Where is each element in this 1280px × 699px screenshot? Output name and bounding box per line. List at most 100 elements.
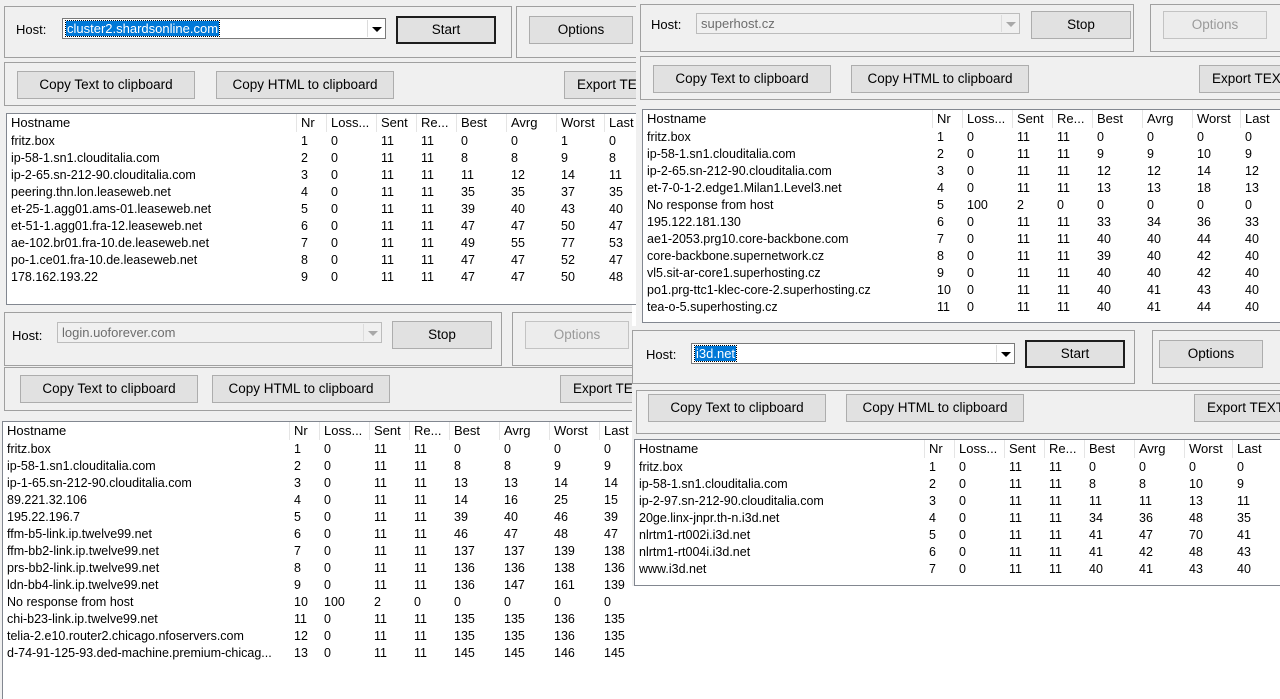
dropdown-arrow-icon[interactable] bbox=[996, 345, 1013, 362]
column-header-avrg[interactable]: Avrg bbox=[1135, 440, 1185, 458]
copy-text-button[interactable]: Copy Text to clipboard bbox=[653, 65, 831, 93]
column-header-last[interactable]: Last bbox=[600, 422, 632, 440]
column-header-last[interactable]: Last bbox=[605, 114, 640, 132]
start-button[interactable]: Start bbox=[396, 16, 496, 44]
copy-html-button[interactable]: Copy HTML to clipboard bbox=[216, 71, 394, 99]
column-header-hostname[interactable]: Hostname bbox=[643, 110, 933, 128]
column-header-nr[interactable]: Nr bbox=[925, 440, 955, 458]
column-header-worst[interactable]: Worst bbox=[550, 422, 600, 440]
column-header-loss[interactable]: Loss... bbox=[955, 440, 1005, 458]
table-row[interactable]: telia-2.e10.router2.chicago.nfoservers.c… bbox=[3, 628, 632, 645]
start-button[interactable]: Start bbox=[1025, 340, 1125, 368]
table-row[interactable]: fritz.box 1 0 11 11 0 0 0 0 bbox=[3, 441, 632, 458]
column-header-worst[interactable]: Worst bbox=[1185, 440, 1233, 458]
table-row[interactable]: ffm-bb2-link.ip.twelve99.net 7 0 11 11 137 137… bbox=[3, 543, 632, 560]
column-header-avrg[interactable]: Avrg bbox=[500, 422, 550, 440]
table-row[interactable]: 195.22.196.7 5 0 11 11 39 40 46 39 bbox=[3, 509, 632, 526]
table-row[interactable]: prs-bb2-link.ip.twelve99.net 8 0 11 11 136 136… bbox=[3, 560, 632, 577]
column-header-best[interactable]: Best bbox=[457, 114, 507, 132]
column-header-worst[interactable]: Worst bbox=[1193, 110, 1241, 128]
options-button[interactable]: Options bbox=[1159, 340, 1263, 368]
column-header-best[interactable]: Best bbox=[450, 422, 500, 440]
trace-table[interactable]: Hostname Nr Loss... Sent Re... Best Avrg Worst L… bbox=[642, 109, 1280, 323]
host-combobox[interactable]: i3d.net bbox=[691, 343, 1015, 364]
table-row[interactable]: fritz.box 1 0 11 11 0 0 0 0 bbox=[635, 459, 1280, 476]
table-row[interactable]: ae1-2053.prg10.core-backbone.com 7 0 11 11 40… bbox=[643, 231, 1280, 248]
stop-button[interactable]: Stop bbox=[392, 321, 492, 349]
column-header-worst[interactable]: Worst bbox=[557, 114, 605, 132]
column-header-last[interactable]: Last bbox=[1233, 440, 1280, 458]
table-row[interactable]: et-25-1.agg01.ams-01.leaseweb.net 5 0 11 11 3… bbox=[7, 201, 640, 218]
table-row[interactable]: ip-2-65.sn-212-90.clouditalia.com 3 0 11 11 1… bbox=[643, 163, 1280, 180]
column-header-re[interactable]: Re... bbox=[417, 114, 457, 132]
table-row[interactable]: po-1.ce01.fra-10.de.leaseweb.net 8 0 11 11 47… bbox=[7, 252, 640, 269]
column-header-nr[interactable]: Nr bbox=[297, 114, 327, 132]
export-text-button[interactable]: Export TEXT bbox=[1199, 65, 1280, 93]
copy-text-button[interactable]: Copy Text to clipboard bbox=[648, 394, 826, 422]
column-header-avrg[interactable]: Avrg bbox=[507, 114, 557, 132]
table-row[interactable]: po1.prg-ttc1-klec-core-2.superhosting.cz… bbox=[643, 282, 1280, 299]
column-header-sent[interactable]: Sent bbox=[1013, 110, 1053, 128]
table-row[interactable]: nlrtm1-rt002i.i3d.net 5 0 11 11 41 47 70 41 bbox=[635, 527, 1280, 544]
column-header-sent[interactable]: Sent bbox=[370, 422, 410, 440]
table-row[interactable]: et-51-1.agg01.fra-12.leaseweb.net 6 0 11 11 4… bbox=[7, 218, 640, 235]
table-row[interactable]: ip-2-97.sn-212-90.clouditalia.com 3 0 11 11 1… bbox=[635, 493, 1280, 510]
column-header-loss[interactable]: Loss... bbox=[320, 422, 370, 440]
copy-html-button[interactable]: Copy HTML to clipboard bbox=[212, 375, 390, 403]
column-header-nr[interactable]: Nr bbox=[290, 422, 320, 440]
host-combobox[interactable]: cluster2.shardsonline.com bbox=[62, 18, 386, 39]
column-header-hostname[interactable]: Hostname bbox=[635, 440, 925, 458]
table-row[interactable]: fritz.box 1 0 11 11 0 0 0 0 bbox=[643, 129, 1280, 146]
copy-text-button[interactable]: Copy Text to clipboard bbox=[17, 71, 195, 99]
trace-table[interactable]: Hostname Nr Loss... Sent Re... Best Avrg Worst L… bbox=[6, 113, 640, 305]
column-header-hostname[interactable]: Hostname bbox=[7, 114, 297, 132]
table-row[interactable]: et-7-0-1-2.edge1.Milan1.Level3.net 4 0 11 11… bbox=[643, 180, 1280, 197]
trace-table[interactable]: Hostname Nr Loss... Sent Re... Best Avrg Worst L… bbox=[2, 421, 632, 699]
column-header-re[interactable]: Re... bbox=[1053, 110, 1093, 128]
column-header-sent[interactable]: Sent bbox=[377, 114, 417, 132]
column-header-re[interactable]: Re... bbox=[1045, 440, 1085, 458]
stop-button[interactable]: Stop bbox=[1031, 11, 1131, 39]
column-header-best[interactable]: Best bbox=[1093, 110, 1143, 128]
column-header-best[interactable]: Best bbox=[1085, 440, 1135, 458]
table-row[interactable]: ip-58-1.sn1.clouditalia.com 2 0 11 11 8 8 9 9 bbox=[3, 458, 632, 475]
table-row[interactable]: 178.162.193.22 9 0 11 11 47 47 50 48 bbox=[7, 269, 640, 286]
column-header-sent[interactable]: Sent bbox=[1005, 440, 1045, 458]
table-row[interactable]: www.i3d.net 7 0 11 11 40 41 43 40 bbox=[635, 561, 1280, 578]
copy-html-button[interactable]: Copy HTML to clipboard bbox=[846, 394, 1024, 422]
table-row[interactable]: d-74-91-125-93.ded-machine.premium-chica… bbox=[3, 645, 632, 662]
table-row[interactable]: No response from host 10 100 2 0 0 0 0 0 bbox=[3, 594, 632, 611]
export-text-button[interactable]: Export TEXT bbox=[564, 71, 640, 99]
export-text-button[interactable]: Export TEXT bbox=[1194, 394, 1280, 422]
table-row[interactable]: peering.thn.lon.leaseweb.net 4 0 11 11 35 35 37… bbox=[7, 184, 640, 201]
options-button[interactable]: Options bbox=[529, 16, 633, 44]
export-text-button[interactable]: Export TEXT bbox=[560, 375, 632, 403]
table-row[interactable]: ip-1-65.sn-212-90.clouditalia.com 3 0 11 11 1… bbox=[3, 475, 632, 492]
dropdown-arrow-icon[interactable] bbox=[367, 20, 384, 37]
table-row[interactable]: ip-58-1.sn1.clouditalia.com 2 0 11 11 8 8 10 9 bbox=[635, 476, 1280, 493]
table-row[interactable]: chi-b23-link.ip.twelve99.net 11 0 11 11 135 13… bbox=[3, 611, 632, 628]
table-row[interactable]: tea-o-5.superhosting.cz 11 0 11 11 40 41 44 40 bbox=[643, 299, 1280, 316]
table-row[interactable]: ffm-b5-link.ip.twelve99.net 6 0 11 11 46 47 48 4… bbox=[3, 526, 632, 543]
table-row[interactable]: ip-2-65.sn-212-90.clouditalia.com 3 0 11 11 1… bbox=[7, 167, 640, 184]
column-header-re[interactable]: Re... bbox=[410, 422, 450, 440]
copy-text-button[interactable]: Copy Text to clipboard bbox=[20, 375, 198, 403]
table-row[interactable]: ip-58-1.sn1.clouditalia.com 2 0 11 11 9 9 10 9 bbox=[643, 146, 1280, 163]
column-header-avrg[interactable]: Avrg bbox=[1143, 110, 1193, 128]
trace-table[interactable]: Hostname Nr Loss... Sent Re... Best Avrg Worst L… bbox=[634, 439, 1280, 586]
table-row[interactable]: No response from host 5 100 2 0 0 0 0 0 bbox=[643, 197, 1280, 214]
table-row[interactable]: ldn-bb4-link.ip.twelve99.net 9 0 11 11 136 147… bbox=[3, 577, 632, 594]
table-row[interactable]: vl5.sit-ar-core1.superhosting.cz 9 0 11 11 40… bbox=[643, 265, 1280, 282]
table-row[interactable]: 89.221.32.106 4 0 11 11 14 16 25 15 bbox=[3, 492, 632, 509]
table-row[interactable]: 20ge.linx-jnpr.th-n.i3d.net 4 0 11 11 34 36 48 3… bbox=[635, 510, 1280, 527]
column-header-last[interactable]: Last bbox=[1241, 110, 1280, 128]
table-row[interactable]: core-backbone.supernetwork.cz 8 0 11 11 39 40 4… bbox=[643, 248, 1280, 265]
column-header-loss[interactable]: Loss... bbox=[327, 114, 377, 132]
column-header-nr[interactable]: Nr bbox=[933, 110, 963, 128]
table-row[interactable]: ip-58-1.sn1.clouditalia.com 2 0 11 11 8 8 9 8 bbox=[7, 150, 640, 167]
table-row[interactable]: fritz.box 1 0 11 11 0 0 1 0 bbox=[7, 133, 640, 150]
table-row[interactable]: 195.122.181.130 6 0 11 11 33 34 36 33 bbox=[643, 214, 1280, 231]
table-row[interactable]: nlrtm1-rt004i.i3d.net 6 0 11 11 41 42 48 43 bbox=[635, 544, 1280, 561]
copy-html-button[interactable]: Copy HTML to clipboard bbox=[851, 65, 1029, 93]
table-row[interactable]: ae-102.br01.fra-10.de.leaseweb.net 7 0 11 11… bbox=[7, 235, 640, 252]
